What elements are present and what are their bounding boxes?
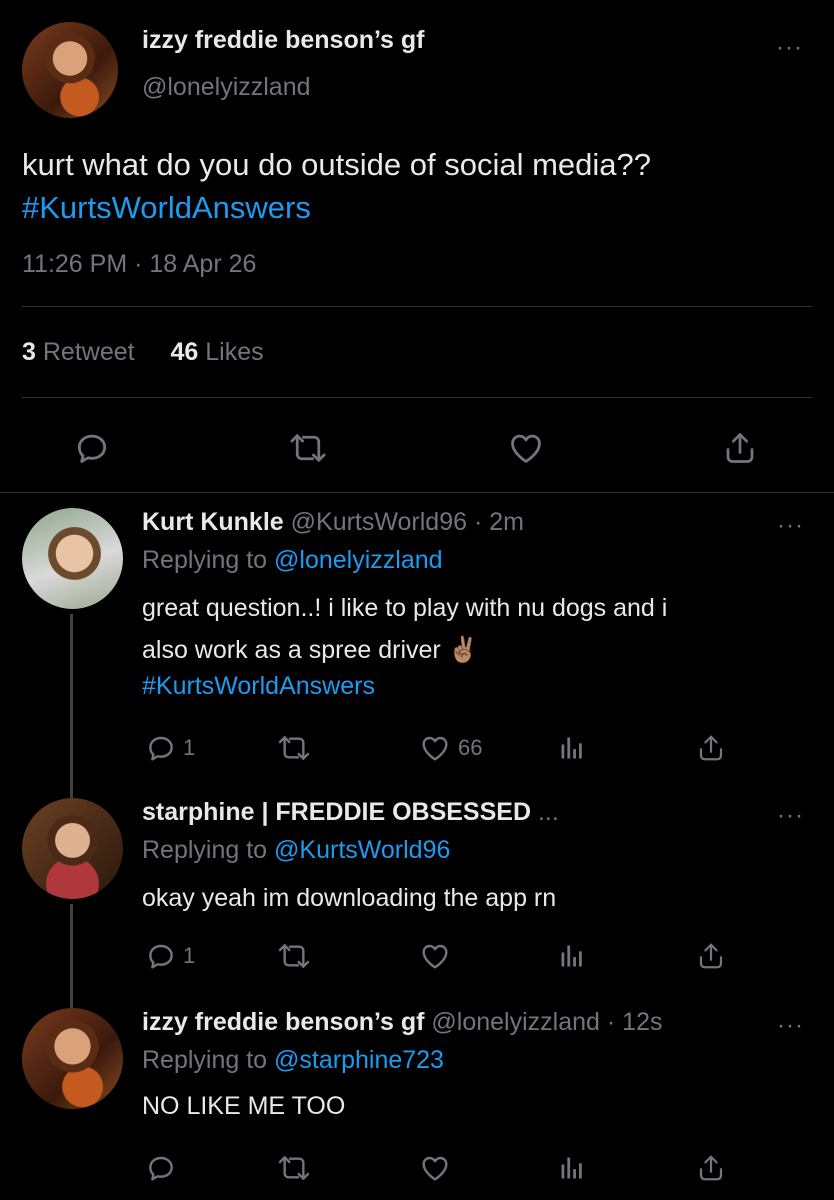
reply-text: NO LIKE ME TOO	[142, 1084, 792, 1129]
engagement-stats: 3 Retweet 46 Likes	[22, 338, 264, 367]
retweet-label: Retweet	[42, 338, 135, 366]
reply-author-name[interactable]: starphine | FREDDIE OBSESSED	[142, 798, 531, 826]
reply-text: okay yeah im downloading the app rn	[142, 876, 792, 921]
reply-icon[interactable]	[70, 426, 114, 470]
reply-tweet[interactable]: starphine | FREDDIE OBSESSED ... ··· Rep…	[0, 798, 834, 988]
like-icon[interactable]	[504, 426, 548, 470]
like-button[interactable]: 66	[418, 728, 482, 768]
analytics-icon	[561, 945, 582, 967]
analytics-icon	[561, 1157, 582, 1179]
replying-to: Replying to @lonelyizzland	[142, 546, 443, 575]
like-icon	[422, 1156, 448, 1181]
reply-text-line: also work as a spree driver ✌🏽	[142, 636, 479, 664]
reply-tweet[interactable]: izzy freddie benson’s gf @lonelyizzland …	[0, 1008, 834, 1200]
reply-action-bar: 1	[0, 936, 834, 976]
reply-header: starphine | FREDDIE OBSESSED ...	[142, 798, 559, 827]
like-button[interactable]	[418, 1148, 452, 1188]
more-options-icon[interactable]: ···	[777, 1014, 804, 1038]
reply-text-line: okay yeah im downloading the app rn	[142, 884, 557, 912]
tweet-text-line: kurt what do you do outside of social me…	[22, 147, 651, 182]
reply-author-name[interactable]: izzy freddie benson’s gf	[142, 1008, 424, 1036]
author-name[interactable]: izzy freddie benson’s gf	[142, 26, 424, 55]
replying-prefix: Replying to	[142, 546, 268, 574]
share-button[interactable]	[696, 1148, 726, 1188]
more-options-icon[interactable]: ···	[777, 804, 804, 828]
divider	[22, 306, 812, 307]
share-icon	[699, 1155, 723, 1181]
author-handle[interactable]: @lonelyizzland	[142, 73, 311, 102]
hashtag-link[interactable]: #KurtsWorldAnswers	[22, 186, 812, 229]
retweet-icon	[278, 736, 310, 760]
reply-action-bar: 1 66	[0, 728, 834, 768]
like-icon	[422, 736, 448, 761]
retweet-icon	[278, 944, 310, 968]
name-ellipsis: ...	[537, 798, 559, 826]
share-button[interactable]	[696, 936, 726, 976]
like-count: 66	[458, 735, 483, 760]
reply-text: great question..! i like to play with nu…	[142, 586, 792, 703]
hashtag-link[interactable]: #KurtsWorldAnswers	[142, 669, 792, 703]
reply-icon	[149, 1156, 173, 1181]
share-button[interactable]	[696, 728, 726, 768]
share-icon	[699, 943, 723, 969]
reply-icon	[149, 736, 173, 761]
retweet-icon	[278, 1156, 310, 1180]
reply-count: 1	[183, 735, 196, 760]
more-options-icon[interactable]: ···	[776, 36, 803, 60]
like-count: 46	[170, 338, 199, 366]
reply-icon	[149, 944, 173, 969]
replying-prefix: Replying to	[142, 1046, 268, 1074]
reply-button[interactable]: 1	[145, 728, 195, 768]
tweet-timestamp[interactable]: 11:26 PM · 18 Apr 26	[22, 250, 256, 279]
replying-to: Replying to @starphine723	[142, 1046, 444, 1075]
analytics-button[interactable]	[558, 936, 586, 976]
reply-avatar[interactable]	[22, 1008, 123, 1109]
reply-tweet[interactable]: Kurt Kunkle @KurtsWorld96 · 2m ··· Reply…	[0, 508, 834, 778]
reply-header: izzy freddie benson’s gf @lonelyizzland …	[142, 1008, 662, 1037]
reply-header: Kurt Kunkle @KurtsWorld96 · 2m	[142, 508, 524, 537]
reply-author-handle[interactable]: @KurtsWorld96	[291, 508, 467, 536]
reply-text-line: great question..! i like to play with nu…	[142, 594, 668, 622]
more-options-icon[interactable]: ···	[777, 514, 804, 538]
retweet-icon[interactable]	[286, 426, 330, 470]
reply-author-handle[interactable]: @lonelyizzland	[431, 1008, 600, 1036]
share-icon[interactable]	[718, 426, 762, 470]
retweet-button[interactable]	[276, 936, 312, 976]
reply-avatar[interactable]	[22, 798, 123, 899]
reply-button[interactable]: 1	[145, 936, 195, 976]
reply-time: · 2m	[473, 508, 524, 536]
reply-author-name[interactable]: Kurt Kunkle	[142, 508, 284, 536]
reply-action-bar	[0, 1148, 834, 1188]
reply-button[interactable]	[145, 1148, 177, 1188]
replying-to-link[interactable]: @lonelyizzland	[274, 546, 443, 574]
share-icon	[699, 735, 723, 761]
replying-to-link[interactable]: @KurtsWorld96	[274, 836, 450, 864]
analytics-button[interactable]	[558, 1148, 586, 1188]
replying-prefix: Replying to	[142, 836, 268, 864]
like-button[interactable]	[418, 936, 452, 976]
reply-avatar[interactable]	[22, 508, 123, 609]
like-stat[interactable]: 46 Likes	[170, 338, 263, 366]
tweet-text: kurt what do you do outside of social me…	[22, 143, 812, 229]
analytics-button[interactable]	[558, 728, 586, 768]
retweet-count: 3	[22, 338, 36, 366]
retweet-button[interactable]	[276, 1148, 312, 1188]
like-label: Likes	[205, 338, 264, 366]
author-avatar[interactable]	[22, 22, 118, 118]
divider	[22, 397, 812, 398]
tweet-action-bar	[0, 420, 834, 476]
like-icon	[422, 944, 448, 969]
replying-to: Replying to @KurtsWorld96	[142, 836, 450, 865]
reply-time: · 12s	[606, 1008, 663, 1036]
analytics-icon	[561, 737, 582, 759]
main-tweet: izzy freddie benson’s gf @lonelyizzland …	[0, 0, 834, 493]
divider	[0, 492, 834, 493]
replying-to-link[interactable]: @starphine723	[274, 1046, 444, 1074]
retweet-button[interactable]	[276, 728, 312, 768]
reply-text-line: NO LIKE ME TOO	[142, 1092, 346, 1120]
retweet-stat[interactable]: 3 Retweet	[22, 338, 135, 366]
reply-count: 1	[183, 943, 196, 968]
